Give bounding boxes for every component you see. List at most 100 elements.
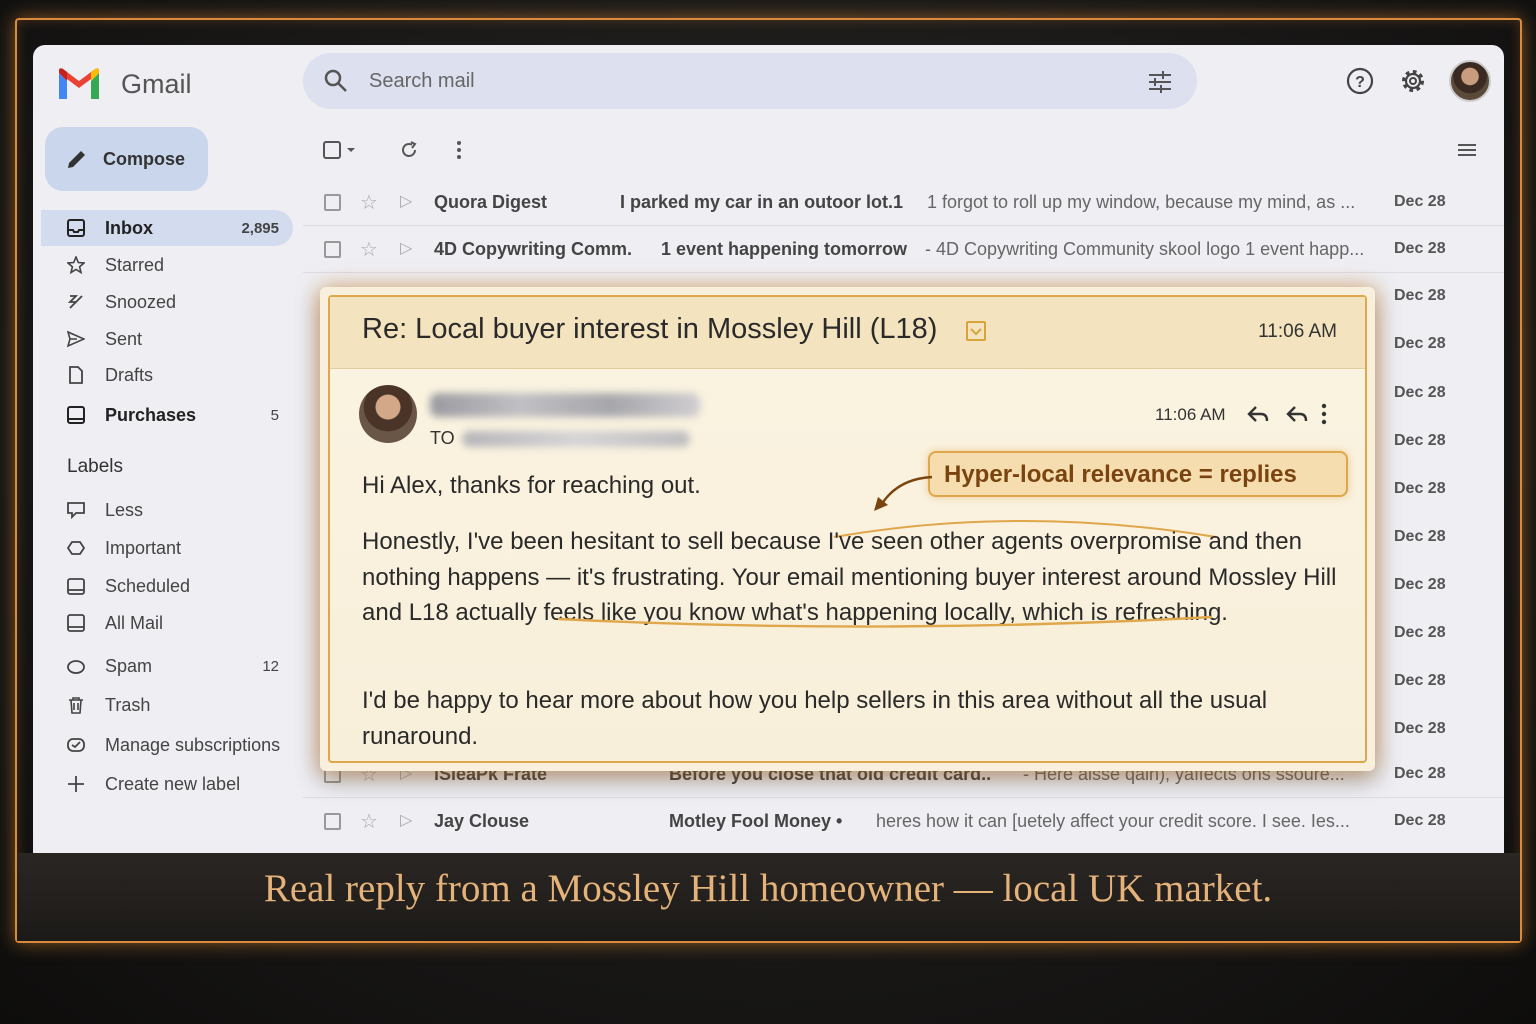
sidebar-item-starred[interactable]: Starred xyxy=(41,247,293,283)
reply-all-icon[interactable] xyxy=(1285,403,1309,425)
important-marker-icon[interactable]: ▷ xyxy=(400,810,412,830)
inbox-icon xyxy=(67,219,85,237)
svg-text:?: ? xyxy=(1355,74,1365,91)
row-date: Dec 28 xyxy=(1394,812,1446,829)
sidebar-item-purchases[interactable]: Purchases 5 xyxy=(41,397,293,433)
row-date: Dec 28 xyxy=(1394,672,1446,689)
row-sender: 4D Copywriting Comm. xyxy=(434,239,633,259)
email-subject: Re: Local buyer interest in Mossley Hill… xyxy=(362,313,938,345)
label-item-manage-subscriptions[interactable]: Manage subscriptions xyxy=(41,727,293,763)
row-subject: Motley Fool Money • xyxy=(669,811,843,831)
label-item-important[interactable]: Important xyxy=(41,530,293,566)
row-snippet: 1 forgot to roll up my window, because m… xyxy=(927,192,1356,212)
pencil-icon xyxy=(68,151,85,168)
highlight-underline xyxy=(557,615,1213,628)
help-icon[interactable]: ? xyxy=(1346,67,1374,95)
row-checkbox[interactable] xyxy=(324,194,341,211)
star-icon[interactable]: ☆ xyxy=(360,809,378,834)
label-item-trash[interactable]: Trash xyxy=(41,687,293,723)
row-date: Dec 28 xyxy=(1394,765,1446,782)
important-marker-icon[interactable]: ▷ xyxy=(400,238,412,258)
label-item-label: Important xyxy=(105,537,182,558)
email-row[interactable]: ☆ ▷ Jay Clouse Motley Fool Money • heres… xyxy=(303,798,1504,845)
star-icon[interactable]: ☆ xyxy=(360,190,378,215)
compose-button[interactable]: Compose xyxy=(45,127,208,191)
row-date: Dec 28 xyxy=(1394,384,1446,401)
row-checkbox[interactable] xyxy=(324,813,341,830)
row-sender: Quora Digest xyxy=(434,192,548,212)
email-card-header: Re: Local buyer interest in Mossley Hill… xyxy=(330,297,1365,369)
label-icon xyxy=(67,502,85,519)
search-input[interactable] xyxy=(369,67,1069,95)
row-subject: I parked my car in an outoor lot.1 xyxy=(620,192,904,212)
label-item-spam[interactable]: Spam 12 xyxy=(41,648,293,684)
label-item-less[interactable]: Less xyxy=(41,492,293,528)
star-icon xyxy=(67,256,85,274)
sidebar-item-label: Sent xyxy=(105,328,143,349)
message-more-icon[interactable] xyxy=(1320,403,1328,425)
plus-icon xyxy=(68,776,84,792)
row-checkbox[interactable] xyxy=(324,241,341,258)
label-tag-icon[interactable] xyxy=(966,321,986,341)
refresh-icon[interactable] xyxy=(399,140,419,160)
row-date: Dec 28 xyxy=(1394,193,1446,210)
row-date: Dec 28 xyxy=(1394,287,1446,304)
important-icon xyxy=(67,541,85,555)
spam-count: 12 xyxy=(262,657,279,675)
to-label: TO xyxy=(430,428,455,448)
search-icon[interactable] xyxy=(323,68,349,94)
label-item-label: Spam xyxy=(105,655,153,676)
search-bar[interactable] xyxy=(303,53,1197,109)
settings-gear-icon[interactable] xyxy=(1399,67,1427,95)
email-row[interactable]: ☆ ▷ 4D Copywriting Comm. 1 event happeni… xyxy=(303,226,1504,273)
email-paragraph-2: I'd be happy to hear more about how you … xyxy=(362,687,1268,750)
scheduled-icon xyxy=(67,578,85,595)
row-date: Dec 28 xyxy=(1394,240,1446,257)
email-header-time: 11:06 AM xyxy=(1258,321,1337,342)
row-date: Dec 28 xyxy=(1394,480,1446,497)
send-icon xyxy=(67,330,85,348)
more-vert-icon[interactable] xyxy=(455,140,463,160)
row-snippet: heres how it can [uetely affect your cre… xyxy=(876,811,1350,831)
email-greeting: Hi Alex, thanks for reaching out. xyxy=(362,472,701,499)
message-time: 11:06 AM xyxy=(1155,405,1226,424)
spam-icon xyxy=(67,660,85,674)
checkmark-icon xyxy=(970,328,982,336)
app-name: Gmail xyxy=(121,68,192,99)
callout-arrow-icon xyxy=(874,475,933,511)
highlighted-email-card: Re: Local buyer interest in Mossley Hill… xyxy=(320,287,1375,771)
reply-icon[interactable] xyxy=(1246,403,1270,425)
sidebar-item-inbox[interactable]: Inbox 2,895 xyxy=(41,210,293,246)
sidebar-item-sent[interactable]: Sent xyxy=(41,321,293,357)
label-item-scheduled[interactable]: Scheduled xyxy=(41,568,293,604)
account-avatar[interactable] xyxy=(1449,60,1491,102)
sender-avatar[interactable] xyxy=(359,385,417,443)
gmail-logo[interactable]: Gmail xyxy=(57,67,192,101)
label-item-label: Trash xyxy=(105,694,151,715)
purchases-icon xyxy=(67,406,85,424)
sidebar-item-label: Starred xyxy=(105,254,165,275)
sidebar-item-snoozed[interactable]: Snoozed xyxy=(41,284,293,320)
label-item-label: Create new label xyxy=(105,773,241,794)
label-item-all-mail[interactable]: All Mail xyxy=(41,605,293,641)
star-icon[interactable]: ☆ xyxy=(360,237,378,262)
row-subject: 1 event happening tomorrow xyxy=(661,239,908,259)
redacted-sender-name xyxy=(430,393,700,417)
important-marker-icon[interactable]: ▷ xyxy=(400,191,412,211)
callout-text: Hyper-local relevance = replies xyxy=(944,461,1297,488)
search-options-icon[interactable] xyxy=(1147,69,1173,95)
labels-heading: Labels xyxy=(67,456,123,477)
label-item-label: Scheduled xyxy=(105,575,191,596)
label-item-label: All Mail xyxy=(105,612,164,633)
purchases-count: 5 xyxy=(270,406,279,424)
row-date: Dec 28 xyxy=(1394,576,1446,593)
row-date: Dec 28 xyxy=(1394,624,1446,641)
density-menu-icon[interactable] xyxy=(1456,140,1478,160)
email-row[interactable]: ☆ ▷ Quora Digest I parked my car in an o… xyxy=(303,179,1504,226)
label-item-create-new[interactable]: Create new label xyxy=(41,766,293,802)
email-card-border: Re: Local buyer interest in Mossley Hill… xyxy=(328,295,1367,763)
sidebar-item-drafts[interactable]: Drafts xyxy=(41,357,293,393)
select-all-checkbox-icon[interactable] xyxy=(323,140,363,160)
draft-file-icon xyxy=(69,366,83,384)
row-date: Dec 28 xyxy=(1394,528,1446,545)
